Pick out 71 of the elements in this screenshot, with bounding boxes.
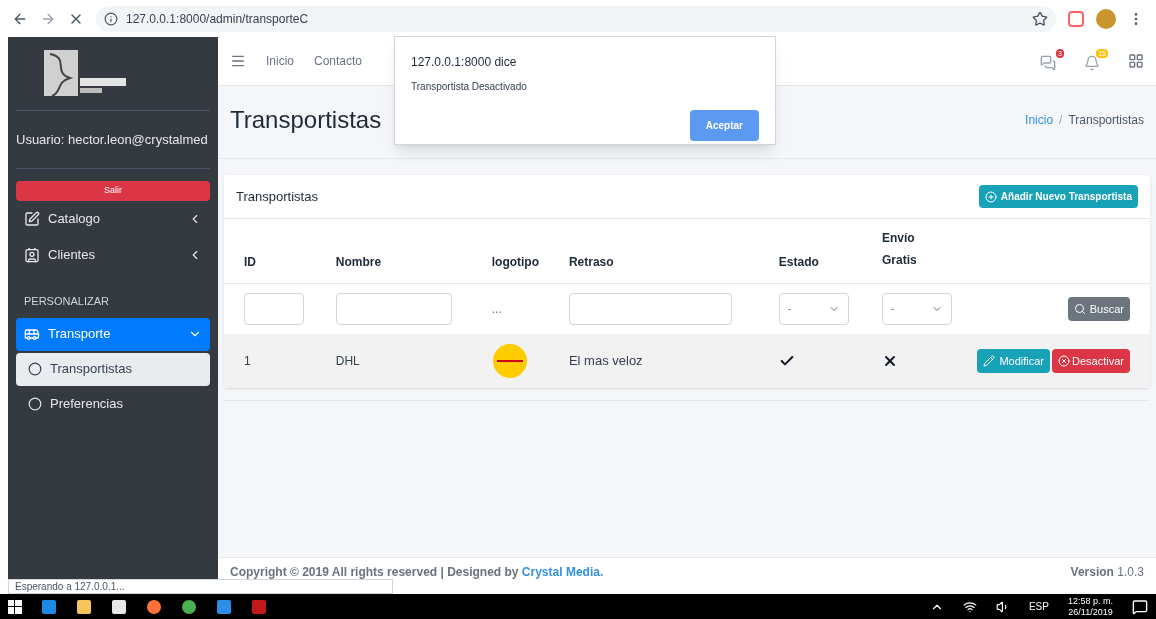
deactivate-button[interactable]: Desactivar <box>1052 348 1130 374</box>
wifi-icon[interactable] <box>962 599 977 614</box>
menu-icon[interactable] <box>230 53 246 69</box>
table-cell: 1 <box>244 354 251 368</box>
sidebar-item[interactable]: Clientes <box>16 237 210 273</box>
table-cell: El mas veloz <box>568 353 643 369</box>
column-header: ID <box>224 219 316 283</box>
circle-icon <box>28 362 42 376</box>
column-header: logotipo <box>471 219 549 283</box>
circle-icon <box>28 397 42 411</box>
column-header: Estado <box>758 219 862 283</box>
taskbar-app-icon[interactable] <box>146 598 162 615</box>
edit-button[interactable]: Modificar <box>977 348 1051 374</box>
status-filter-select[interactable]: - <box>778 292 849 325</box>
contact-card-icon <box>24 247 40 263</box>
logo-filter-note: ... <box>491 301 502 316</box>
windows-icon[interactable] <box>8 599 22 614</box>
taskbar-app-icon[interactable] <box>216 598 232 615</box>
logo-icon <box>491 343 528 379</box>
search-button[interactable]: Buscar <box>1067 296 1130 321</box>
breadcrumb-current: Transportistas <box>1068 112 1144 129</box>
column-header: Envío Gratis <box>862 219 952 283</box>
language-indicator[interactable]: ESP <box>1028 599 1049 614</box>
shipping-filter-select[interactable]: - <box>882 292 952 325</box>
sidebar-subitem[interactable]: Preferencias <box>16 387 210 421</box>
sidebar-item[interactable]: Catalogo <box>16 201 210 237</box>
section-heading: PERSONALIZAR <box>23 294 110 309</box>
accept-button[interactable]: Aceptar <box>689 110 759 141</box>
page-title: Transportistas <box>230 105 382 135</box>
plus-icon <box>984 190 997 203</box>
name-filter-field[interactable] <box>335 292 452 325</box>
close-circle-icon <box>1058 355 1071 367</box>
url-text: 127.0.0.1:8000/admin/transporteC <box>126 10 309 28</box>
apps-grid-icon[interactable] <box>1128 53 1144 69</box>
taskbar-app-icon[interactable] <box>111 598 127 615</box>
bell-icon[interactable] <box>1084 55 1100 71</box>
edit-icon <box>24 211 40 227</box>
add-button[interactable]: Añadir Nuevo Transportista <box>978 185 1138 208</box>
nav-link[interactable]: Contacto <box>314 52 363 70</box>
id-filter-field[interactable] <box>244 292 304 325</box>
avatar-icon[interactable] <box>1096 8 1116 29</box>
column-header: Nombre <box>315 219 472 283</box>
info-icon <box>104 11 118 26</box>
logout-button[interactable]: Salir <box>16 181 210 201</box>
nav-link[interactable]: Inicio <box>266 52 294 70</box>
star-icon[interactable] <box>1032 10 1048 27</box>
pencil-icon <box>983 355 996 367</box>
dialog-message: Transportista Desactivado <box>411 80 528 94</box>
extension-icon[interactable] <box>1068 10 1084 27</box>
breadcrumb-link[interactable]: Inicio <box>1025 111 1054 129</box>
taskbar-app-icon[interactable] <box>76 598 92 615</box>
card-title: Transportistas <box>236 187 318 206</box>
column-header: Retraso <box>548 219 759 283</box>
copyright-text: Copyright © 2019 All rights reserved | Designed by Crystal Media. <box>230 564 604 581</box>
bus-icon <box>24 326 40 342</box>
sidebar-subitem[interactable]: Transportistas <box>16 352 210 386</box>
breadcrumb-separator: / <box>1059 112 1063 129</box>
user-label: Usuario: hector.leon@crystalmed <box>16 130 208 149</box>
chat-icon[interactable] <box>1040 55 1056 71</box>
delay-filter-field[interactable] <box>568 292 732 325</box>
sidebar-item[interactable]: Transporte <box>16 317 210 351</box>
dialog-title: 127.0.0.1:8000 dice <box>411 54 518 71</box>
search-icon <box>1073 302 1086 315</box>
status-bubble: Esperando a 127.0.0.1... <box>8 579 393 594</box>
notifications-icon[interactable] <box>1132 598 1148 615</box>
clock[interactable]: 12:58 p. m. 26/11/2019 <box>1067 595 1113 618</box>
table-cell: DHL <box>335 354 360 368</box>
version-text: Version 1.0.3 <box>1070 564 1144 581</box>
address-bar[interactable]: 127.0.0.1:8000/admin/transporteC <box>96 5 1056 32</box>
taskbar-app-icon[interactable] <box>181 598 197 615</box>
brand-link[interactable]: Crystal Media. <box>521 565 604 579</box>
